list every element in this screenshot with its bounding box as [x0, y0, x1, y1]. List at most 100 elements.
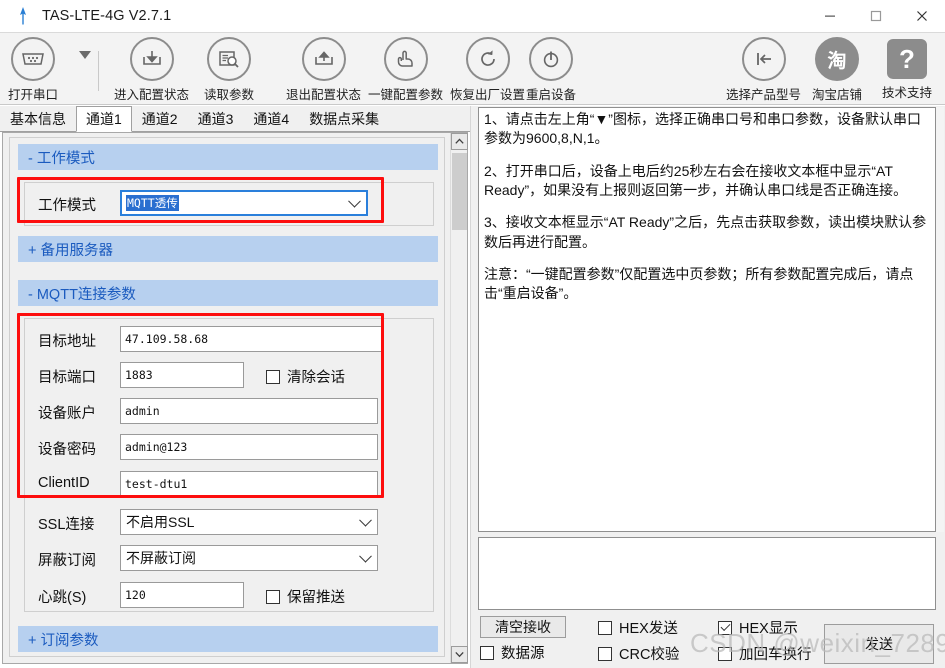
- upload-exit-config-icon: [301, 37, 346, 81]
- data-source-label: 数据源: [501, 646, 545, 662]
- section-header-subscribe-params[interactable]: + 订阅参数: [18, 626, 438, 652]
- receive-paragraph-1: 1、请点击左上角“▼”图标，选择正确串口号和串口参数，设备默认串口参数为9600…: [484, 111, 921, 147]
- one-key-config-icon: [383, 37, 428, 81]
- toolbar-label: 淘宝店铺: [812, 88, 863, 102]
- work-mode-label: 工作模式: [38, 198, 96, 214]
- toolbar-button-open-serial[interactable]: 打开串口: [8, 37, 58, 103]
- receive-paragraph-2: 2、打开串口后，设备上电后约25秒左右会在接收文本框中显示“AT Ready”，…: [484, 162, 908, 198]
- crc-check-checkbox[interactable]: [598, 646, 612, 661]
- client-id-input[interactable]: test-dtu1: [120, 471, 378, 497]
- question-mark-glyph: ?: [899, 43, 915, 74]
- clear-session-checkbox[interactable]: [266, 369, 280, 384]
- heartbeat-input[interactable]: 120: [120, 582, 244, 608]
- tab-channel-3[interactable]: 通道3: [188, 106, 244, 131]
- block-subscribe-label: 屏蔽订阅: [38, 553, 96, 569]
- chevron-down-icon: [79, 51, 91, 59]
- toolbar-label: 一键配置参数: [368, 88, 444, 102]
- target-port-input[interactable]: 1883: [120, 362, 244, 388]
- select-product-model-icon: [741, 37, 786, 81]
- antenna-icon: [12, 5, 34, 27]
- toolbar: 打开串口 进入配置状态 读取参数 退出配置状态 一键配置参数 恢复出厂设置 重启…: [0, 32, 945, 105]
- toolbar-button-select-product-model[interactable]: 选择产品型号: [726, 37, 801, 103]
- crc-check-label: CRC校验: [619, 647, 680, 663]
- section-header-mqtt-params[interactable]: - MQTT连接参数: [18, 280, 438, 306]
- send-textarea[interactable]: [478, 537, 936, 610]
- bottom-action-bar: 清空接收 数据源 HEX发送 CRC校验 HEX显示 加回车换行 发送: [472, 612, 945, 668]
- toolbar-button-reboot-device[interactable]: 重启设备: [526, 37, 576, 103]
- toolbar-button-one-key-config[interactable]: 一键配置参数: [368, 37, 443, 103]
- scrollbar-thumb[interactable]: [452, 153, 467, 230]
- tab-channel-4[interactable]: 通道4: [243, 106, 299, 131]
- toolbar-divider: [98, 51, 99, 91]
- scroll-down-button[interactable]: [451, 646, 468, 663]
- toolbar-button-enter-config[interactable]: 进入配置状态: [114, 37, 189, 103]
- window-title: TAS-LTE-4G V2.7.1: [42, 8, 172, 24]
- toolbar-button-technical-support[interactable]: ? 技术支持: [882, 37, 932, 101]
- chevron-down-icon: [359, 549, 372, 563]
- config-panel-scrollbar[interactable]: [450, 133, 468, 663]
- receive-textarea[interactable]: 1、请点击左上角“▼”图标，选择正确串口号和串口参数，设备默认串口参数为9600…: [478, 107, 936, 532]
- clear-receive-button[interactable]: 清空接收: [480, 616, 566, 638]
- tab-data-point-collection[interactable]: 数据点采集: [299, 106, 389, 131]
- hex-send-checkbox-row[interactable]: HEX发送: [598, 617, 678, 638]
- serial-port-icon: [11, 37, 55, 81]
- reboot-device-icon: [529, 37, 573, 81]
- toolbar-label: 退出配置状态: [286, 88, 362, 102]
- tab-channel-2[interactable]: 通道2: [132, 106, 188, 131]
- download-into-config-icon: [129, 37, 174, 81]
- work-mode-value: MQTT透传: [126, 195, 179, 211]
- retain-push-checkbox[interactable]: [266, 589, 280, 604]
- configuration-scroll-content: - 工作模式 工作模式 MQTT透传 + 备用服务器 - MQTT连接参数 目标…: [9, 137, 445, 657]
- toolbar-button-read-params[interactable]: 读取参数: [204, 37, 254, 103]
- append-crlf-label: 加回车换行: [739, 647, 812, 663]
- toolbar-label: 进入配置状态: [114, 88, 190, 102]
- tab-channel-1[interactable]: 通道1: [76, 106, 132, 132]
- maximize-button[interactable]: [853, 0, 899, 32]
- send-button[interactable]: 发送: [824, 624, 934, 664]
- toolbar-label: 读取参数: [204, 88, 255, 102]
- title-bar: TAS-LTE-4G V2.7.1: [0, 0, 945, 32]
- scroll-up-button[interactable]: [451, 133, 468, 150]
- section-header-work-mode[interactable]: - 工作模式: [18, 144, 438, 170]
- toolbar-button-exit-config[interactable]: 退出配置状态: [286, 37, 361, 103]
- device-account-label: 设备账户: [38, 406, 96, 422]
- receive-paragraph-3: 3、接收文本框显示“AT Ready”之后，先点击获取参数，读出模块默认参数后再…: [484, 214, 927, 250]
- chevron-down-icon: [359, 513, 372, 527]
- technical-support-icon: ?: [887, 39, 927, 79]
- application-window: TAS-LTE-4G V2.7.1 打开串口 进入配置状态 读取参数 退出配置状…: [0, 0, 945, 668]
- ssl-label: SSL连接: [38, 517, 95, 533]
- device-password-input[interactable]: admin@123: [120, 434, 378, 460]
- section-header-backup-server[interactable]: + 备用服务器: [18, 236, 438, 262]
- target-address-input[interactable]: 47.109.58.68: [120, 326, 382, 352]
- clear-session-checkbox-row[interactable]: 清除会话: [266, 366, 345, 387]
- configuration-panel: - 工作模式 工作模式 MQTT透传 + 备用服务器 - MQTT连接参数 目标…: [2, 132, 468, 664]
- toolbar-label: 选择产品型号: [726, 88, 802, 102]
- toolbar-button-factory-reset[interactable]: 恢复出厂设置: [450, 37, 525, 103]
- device-account-input[interactable]: admin: [120, 398, 378, 424]
- serial-port-dropdown[interactable]: [78, 49, 92, 93]
- heartbeat-label: 心跳(S): [38, 590, 87, 606]
- ssl-select[interactable]: 不启用SSL: [120, 509, 378, 535]
- data-source-checkbox-row[interactable]: 数据源: [480, 642, 545, 663]
- retain-push-checkbox-row[interactable]: 保留推送: [266, 586, 345, 607]
- tab-strip: 基本信息 通道1 通道2 通道3 通道4 数据点采集: [0, 106, 470, 132]
- chevron-down-icon: [348, 194, 361, 208]
- append-crlf-checkbox[interactable]: [718, 646, 732, 661]
- append-crlf-checkbox-row[interactable]: 加回车换行: [718, 643, 812, 664]
- block-subscribe-value: 不屏蔽订阅: [126, 550, 196, 566]
- ssl-value: 不启用SSL: [126, 514, 195, 530]
- block-subscribe-select[interactable]: 不屏蔽订阅: [120, 545, 378, 571]
- tab-basic-info[interactable]: 基本信息: [0, 106, 76, 131]
- crc-check-checkbox-row[interactable]: CRC校验: [598, 643, 679, 664]
- toolbar-button-taobao-shop[interactable]: 淘 淘宝店铺: [812, 37, 862, 103]
- hex-display-checkbox-row[interactable]: HEX显示: [718, 617, 798, 638]
- minimize-button[interactable]: [807, 0, 853, 32]
- taobao-glyph: 淘: [827, 50, 847, 72]
- work-mode-select[interactable]: MQTT透传: [120, 190, 368, 216]
- hex-send-checkbox[interactable]: [598, 620, 612, 635]
- close-button[interactable]: [899, 0, 945, 32]
- data-source-checkbox[interactable]: [480, 645, 494, 660]
- hex-display-checkbox[interactable]: [718, 620, 732, 635]
- receive-scrollbar[interactable]: [936, 107, 944, 532]
- taobao-shop-icon: 淘: [815, 37, 859, 81]
